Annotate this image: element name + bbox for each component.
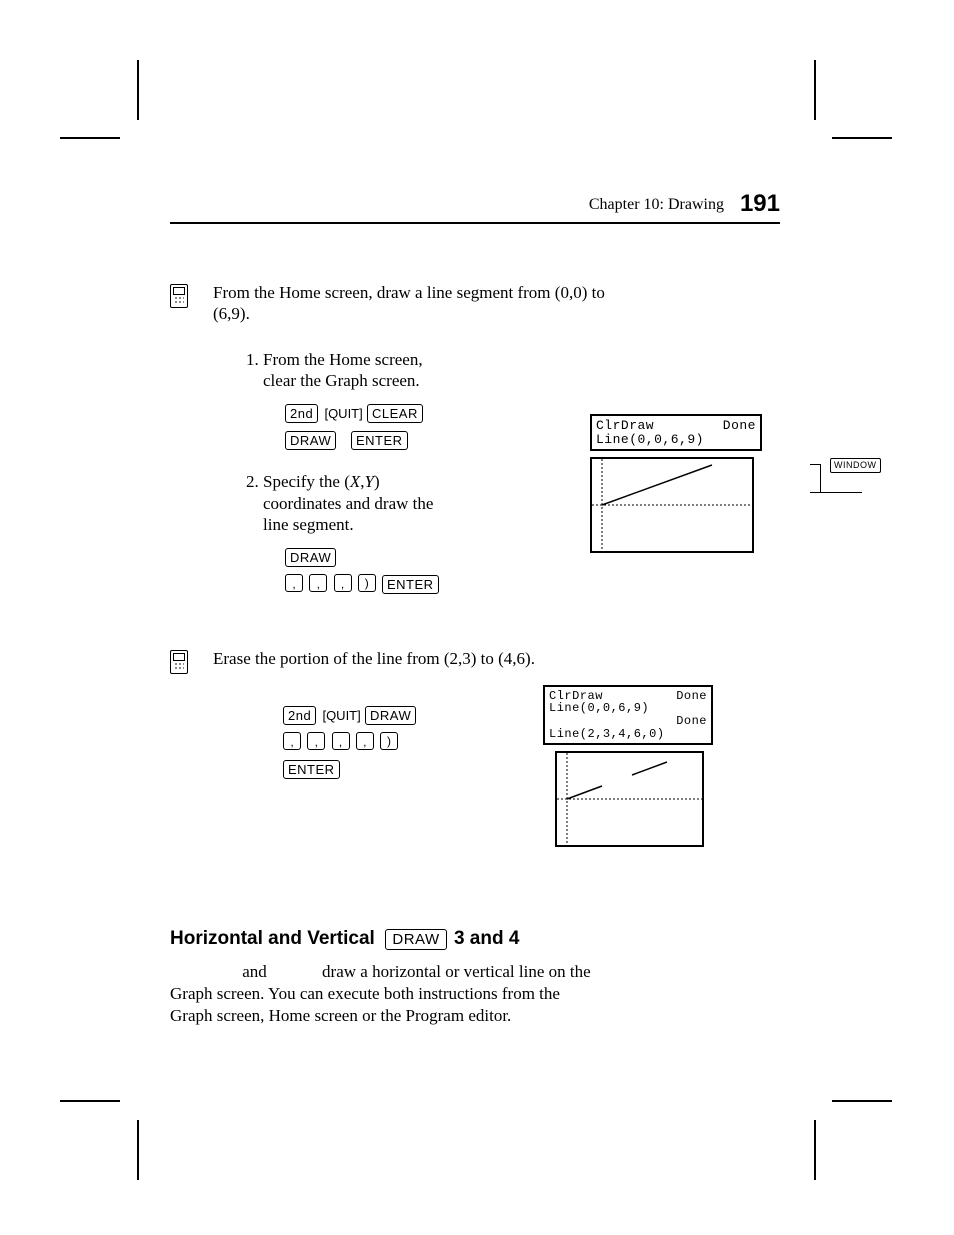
example1-intro: From the Home screen, draw a line segmen…: [213, 283, 605, 302]
key-2nd: 2nd: [285, 404, 318, 423]
key-quit-label: [QUIT]: [324, 406, 362, 421]
header-rule: [170, 222, 780, 224]
chapter-label: Chapter 10: Drawing: [589, 196, 724, 213]
section-body: and draw a horizontal or vertical line o…: [170, 961, 780, 1027]
key-comma: [283, 732, 301, 750]
key-comma: [285, 574, 303, 592]
example1-intro-b: (6,9).: [213, 304, 250, 323]
step2-line3: line segment.: [263, 515, 354, 534]
calculator-icon: [170, 650, 188, 674]
step1-line2: clear the Graph screen.: [263, 371, 420, 390]
step2-line2: coordinates and draw the: [263, 494, 433, 513]
section-heading: Horizontal and Vertical DRAW 3 and 4: [170, 927, 780, 951]
key-draw-2: DRAW: [285, 548, 336, 567]
callout-connector: [810, 464, 821, 493]
lcd-graph-screen-2: [555, 751, 704, 847]
key-comma: [332, 732, 350, 750]
key-draw: DRAW: [365, 706, 416, 725]
example-2: Erase the portion of the line from (2,3)…: [170, 648, 780, 893]
calculator-icon: [170, 284, 188, 308]
key-enter: ENTER: [351, 431, 408, 450]
running-head: Chapter 10: Drawing 191: [170, 190, 780, 218]
step2-line1: Specify the (X,Y): [263, 472, 380, 491]
key-draw: DRAW: [285, 431, 336, 450]
example2-intro: Erase the portion of the line from (2,3)…: [213, 649, 535, 668]
key-clear: CLEAR: [367, 404, 423, 423]
key-draw-heading: DRAW: [385, 929, 446, 950]
page-number: 191: [740, 190, 780, 217]
example2-screens: ClrDrawDone Line(0,0,6,9) Done Line(2,3,…: [543, 685, 713, 847]
lcd-text-screen: ClrDrawDone Line(0,0,6,9): [590, 414, 762, 451]
lcd-text-screen-2: ClrDrawDone Line(0,0,6,9) Done Line(2,3,…: [543, 685, 713, 745]
key-comma: [356, 732, 374, 750]
key-quit-label: [QUIT]: [322, 708, 360, 723]
key-enter: ENTER: [283, 760, 340, 779]
lcd-graph-screen: [590, 457, 754, 553]
window-key-label: WINDOW: [830, 458, 881, 473]
key-close-paren: [380, 732, 398, 750]
key-comma: [307, 732, 325, 750]
key-enter-2: ENTER: [382, 575, 439, 594]
callout-connector-h: [810, 492, 862, 494]
key-close-paren: [358, 574, 376, 592]
key-comma: [309, 574, 327, 592]
key-comma: [334, 574, 352, 592]
example-1: From the Home screen, draw a line segmen…: [170, 282, 780, 616]
step1-line1: From the Home screen,: [263, 350, 423, 369]
example1-screens: ClrDrawDone Line(0,0,6,9): [590, 414, 820, 553]
key-2nd: 2nd: [283, 706, 316, 725]
